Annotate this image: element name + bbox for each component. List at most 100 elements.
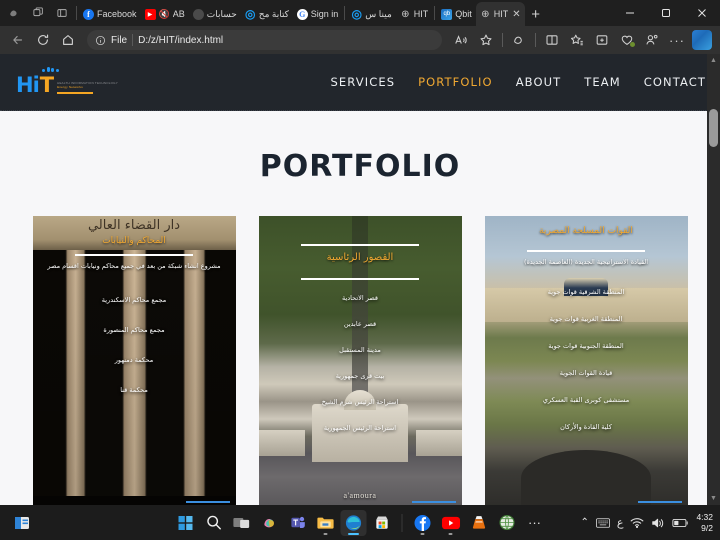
card-item-list: المنطقة الشرقية قوات جوية المنطقة الغربي… xyxy=(485,288,688,431)
read-aloud-icon[interactable] xyxy=(449,28,473,52)
card-subtitle: القيادة الاستراتيجية الجديدة (العاصمة ال… xyxy=(523,258,649,266)
close-window-button[interactable] xyxy=(684,0,720,26)
logo-text-primary: Hi xyxy=(16,72,40,97)
vlc-button[interactable] xyxy=(466,510,492,536)
store-button[interactable] xyxy=(369,510,395,536)
maximize-button[interactable] xyxy=(648,0,684,26)
clock[interactable]: 4:32 9/2 xyxy=(696,512,713,534)
close-tab-icon[interactable]: ✕ xyxy=(512,9,520,20)
refresh-icon[interactable] xyxy=(31,28,55,52)
keyboard-icon[interactable] xyxy=(596,517,610,528)
wifi-icon[interactable] xyxy=(630,517,644,528)
nav-link-about[interactable]: ABOUT xyxy=(516,75,562,89)
scrollbar-thumb[interactable] xyxy=(709,109,718,147)
tab-separator xyxy=(344,6,346,20)
window-controls xyxy=(612,0,720,26)
copilot-icon[interactable] xyxy=(507,28,531,52)
settings-more-icon[interactable]: ··· xyxy=(665,28,689,52)
scroll-up-arrow[interactable]: ▲ xyxy=(707,54,720,67)
copilot-tab-icon[interactable] xyxy=(2,1,26,25)
battery-icon[interactable] xyxy=(672,518,689,528)
browser-button[interactable] xyxy=(494,510,520,536)
copilot-button[interactable] xyxy=(257,510,283,536)
star-icon[interactable] xyxy=(474,28,498,52)
taskbar-divider xyxy=(401,513,403,532)
generic-icon xyxy=(192,8,204,20)
card-list-item: مدينة المستقبل xyxy=(339,346,381,354)
tab-ketaba[interactable]: ◎ كتابة مح xyxy=(241,2,293,26)
omnibox-divider xyxy=(132,34,134,46)
start-button[interactable] xyxy=(173,510,199,536)
tab-qbit[interactable]: qb Qbit xyxy=(437,2,476,26)
globe-icon: ⊕ xyxy=(401,8,410,20)
split-screen-icon[interactable] xyxy=(540,28,564,52)
card-overlay: القوات المسلحة المصرية القيادة الاستراتي… xyxy=(485,216,688,505)
facebook-icon: f xyxy=(83,8,94,20)
favorites-icon[interactable] xyxy=(565,28,589,52)
browser-essentials-icon[interactable] xyxy=(615,28,639,52)
tab-hit-active[interactable]: ⊕ HIT ✕ xyxy=(475,2,525,26)
address-bar[interactable]: File D:/z/HIT/index.html xyxy=(87,30,442,50)
card-title: القصور الرئاسية xyxy=(326,252,394,263)
search-button[interactable] xyxy=(201,510,227,536)
card-list-item: المنطقة الغربية قوات جوية xyxy=(549,315,623,323)
mute-tab-icon[interactable]: 🔇 xyxy=(159,9,170,20)
portfolio-card-palaces[interactable]: القصور الرئاسية قصر الاتحادية قصر عابدين… xyxy=(258,216,462,505)
tab-actions-icon[interactable] xyxy=(26,1,50,25)
windows-taskbar: ··· ⌃ ع 4:32 9/2 xyxy=(0,505,720,540)
youtube-icon: ▶ xyxy=(144,8,156,20)
page-scrollbar[interactable]: ▲ ▼ xyxy=(707,54,720,505)
card-list-item: مستشفى كوبرى القبة العسكري xyxy=(542,396,630,404)
card-list-item: المنطقة الجنوبية قوات جوية xyxy=(548,342,624,350)
site-logo[interactable]: Hi T HEALTH INFORMATION TECHNOLOGY Energ… xyxy=(16,66,118,97)
tab-signin[interactable]: G Sign in xyxy=(293,2,343,26)
system-tray: ⌃ ع 4:32 9/2 xyxy=(580,512,720,534)
nav-link-portfolio[interactable]: PORTFOLIO xyxy=(418,75,493,89)
browser-window: f Facebook ▶ 🔇 AB حسابات ◎ كتابة مح G Si… xyxy=(0,0,720,505)
card-list-item: مجمع محاكم الاسكندرية xyxy=(101,296,167,304)
weather-widget-icon[interactable] xyxy=(0,513,44,533)
home-icon[interactable] xyxy=(56,28,80,52)
language-indicator[interactable]: ع xyxy=(617,516,624,529)
nav-link-team[interactable]: TEAM xyxy=(584,75,620,89)
facebook-button[interactable] xyxy=(410,510,436,536)
tab-hsabat[interactable]: حسابات xyxy=(189,2,241,26)
edge-button[interactable] xyxy=(340,509,367,536)
card-overlay: القصور الرئاسية قصر الاتحادية قصر عابدين… xyxy=(259,216,462,505)
tab-label: Sign in xyxy=(310,9,339,19)
portfolio-card-courthouse[interactable]: دار القضاء العالي المحاكم والنيابات مشرو… xyxy=(32,216,236,505)
new-tab-button[interactable]: + xyxy=(525,3,547,25)
nav-link-services[interactable]: SERVICES xyxy=(331,75,396,89)
tab-youtube[interactable]: ▶ 🔇 AB xyxy=(141,2,189,26)
toolbar-divider xyxy=(502,33,503,47)
tab-facebook[interactable]: f Facebook xyxy=(79,2,141,26)
tab-mina[interactable]: ◎ مينا س xyxy=(347,2,395,26)
portfolio-card-armed-forces[interactable]: القوات المسلحة المصرية القيادة الاستراتي… xyxy=(484,216,688,505)
chevron-up-icon[interactable]: ⌃ xyxy=(580,517,588,528)
overflow-button[interactable]: ··· xyxy=(522,510,548,536)
split-screen-icon[interactable] xyxy=(50,1,74,25)
card-title: القوات المسلحة المصرية xyxy=(539,226,633,236)
site-info-icon[interactable] xyxy=(95,35,106,46)
youtube-button[interactable] xyxy=(438,510,464,536)
card-item-list: مجمع محاكم الاسكندرية مجمع محاكم المنصور… xyxy=(33,296,236,394)
tab-hit-1[interactable]: ⊕ HIT xyxy=(396,2,433,26)
scroll-down-arrow[interactable]: ▼ xyxy=(707,492,720,505)
file-explorer-button[interactable] xyxy=(313,510,339,536)
office-icon[interactable] xyxy=(690,28,714,52)
teams-button[interactable] xyxy=(285,510,311,536)
back-icon[interactable] xyxy=(6,28,30,52)
taskbar-items: ··· xyxy=(173,509,548,536)
profile-icon[interactable] xyxy=(640,28,664,52)
minimize-button[interactable] xyxy=(612,0,648,26)
active-indicator xyxy=(348,532,359,535)
card-progress-bar xyxy=(637,501,682,503)
collections-icon[interactable] xyxy=(590,28,614,52)
tab-separator xyxy=(434,6,436,20)
toolbar-divider xyxy=(535,33,536,47)
task-view-button[interactable] xyxy=(229,510,255,536)
volume-icon[interactable] xyxy=(651,517,665,529)
card-list-item: مجمع محاكم المنصورة xyxy=(103,326,165,334)
running-indicator xyxy=(323,532,328,535)
nav-link-contact[interactable]: CONTACT xyxy=(644,75,706,89)
